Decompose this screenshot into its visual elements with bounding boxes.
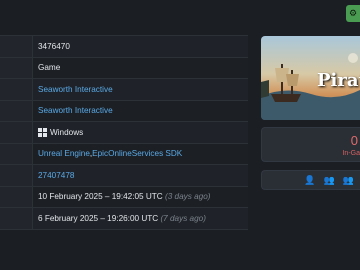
row-key <box>0 122 33 143</box>
sidebar-icon-bar: 👤 👥 👥 <box>261 170 360 190</box>
developer-link[interactable]: Seaworth Interactive <box>38 85 113 94</box>
game-hero-image[interactable]: Pirat <box>261 36 360 120</box>
row-key <box>0 165 33 186</box>
table-row-systems: Windows <box>0 122 248 144</box>
user-icon[interactable]: 👤 <box>304 175 315 186</box>
in-game-label: In-Ga <box>342 150 360 157</box>
unreal-engine-link[interactable]: Unreal Engine <box>38 149 90 158</box>
steam-icon: ⚙ <box>348 8 358 18</box>
table-row-technologies: Unreal Engine , EpicOnlineServices SDK <box>0 143 248 165</box>
row-key <box>0 208 33 229</box>
release-date-relative: (7 days ago) <box>160 213 206 223</box>
table-row-publisher: Seaworth Interactive <box>0 100 248 122</box>
eos-sdk-link[interactable]: EpicOnlineServices SDK <box>92 149 182 158</box>
row-key <box>0 36 33 57</box>
app-type-value: Game <box>38 63 61 73</box>
release-date-value: 6 February 2025 – 19:26:00 UTC <box>38 213 159 223</box>
windows-icon <box>38 127 47 137</box>
row-key <box>0 143 33 164</box>
publisher-link[interactable]: Seaworth Interactive <box>38 106 113 115</box>
change-number-link[interactable]: 27407478 <box>38 171 74 180</box>
table-row-change-number: 27407478 <box>0 165 248 187</box>
row-key <box>0 100 33 121</box>
group-icon[interactable]: 👥 <box>343 175 354 186</box>
users-icon[interactable]: 👥 <box>324 175 335 186</box>
table-row-app-type: Game <box>0 57 248 79</box>
systems-value: Windows <box>50 127 84 137</box>
app-info-table: 3476470 Game Seaworth Interactive Seawor… <box>0 35 248 230</box>
row-key <box>0 79 33 100</box>
hero-title: Pirat <box>317 70 360 91</box>
row-key <box>0 186 33 207</box>
steam-launch-button[interactable]: ⚙ <box>346 5 360 22</box>
last-update-relative: (3 days ago) <box>165 192 211 202</box>
row-key <box>0 57 33 78</box>
last-update-value: 10 February 2025 – 19:42:05 UTC <box>38 192 163 202</box>
players-stat-card[interactable]: 0 In-Ga <box>261 127 360 162</box>
table-row-release-date: 6 February 2025 – 19:26:00 UTC (7 days a… <box>0 208 248 230</box>
table-row-app-id: 3476470 <box>0 36 248 58</box>
table-row-last-update: 10 February 2025 – 19:42:05 UTC (3 days … <box>0 186 248 208</box>
in-game-count: 0 <box>350 133 358 148</box>
table-row-developer: Seaworth Interactive <box>0 79 248 101</box>
app-id-value: 3476470 <box>38 41 70 51</box>
